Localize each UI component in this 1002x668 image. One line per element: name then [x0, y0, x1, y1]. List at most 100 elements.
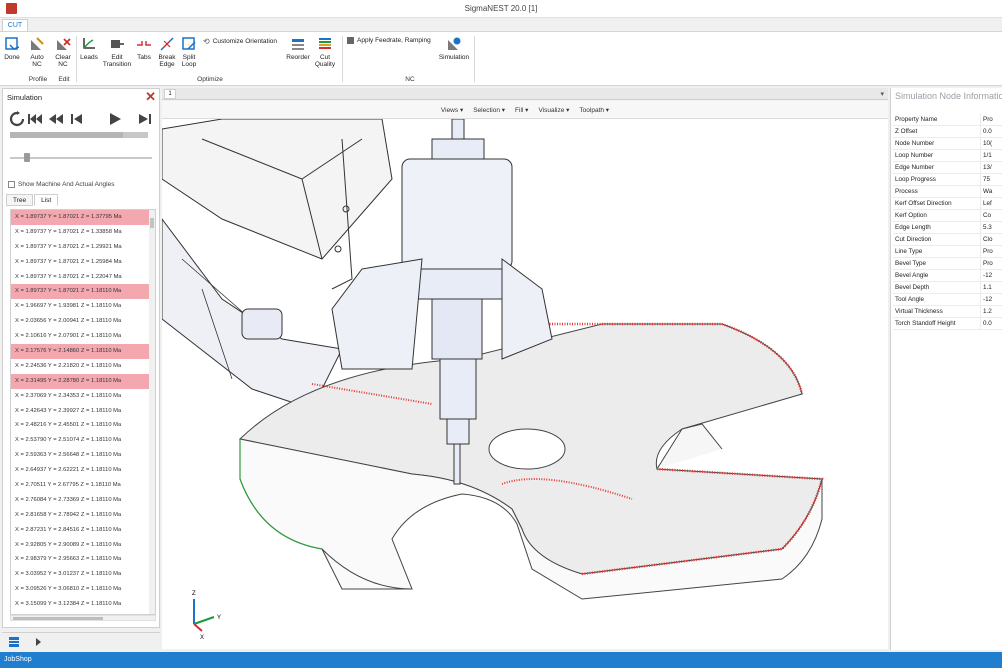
done-button[interactable]: Done	[3, 36, 21, 61]
property-row: Loop Progress 75	[893, 174, 1002, 186]
edit-transition-button[interactable]: Edit Transition	[101, 36, 133, 68]
list-item[interactable]: X = 2.48216 Y = 2.45501 Z = 1.18110 Ma	[11, 418, 155, 433]
list-item[interactable]: X = 3.03952 Y = 3.01237 Z = 1.18110 Ma	[11, 567, 155, 582]
property-row: Cut Direction Clo	[893, 234, 1002, 246]
property-value: 1.1	[983, 284, 992, 291]
property-name: Process	[893, 186, 981, 197]
list-item[interactable]: X = 3.15099 Y = 3.12384 Z = 1.18110 Ma	[11, 597, 155, 612]
property-row: Kerf Offset Direction Lef	[893, 198, 1002, 210]
tab-list[interactable]: List	[34, 194, 59, 206]
property-row: Bevel Depth 1.1	[893, 282, 1002, 294]
property-name: Bevel Angle	[893, 270, 981, 281]
speed-slider-track[interactable]	[10, 157, 152, 159]
menu-visualize[interactable]: Visualize ▾	[538, 106, 569, 114]
list-item[interactable]: X = 1.89737 Y = 1.87021 Z = 1.25984 Ma	[11, 255, 155, 270]
apply-feedrate-button[interactable]: Apply Feedrate, Ramping	[347, 37, 431, 44]
feedrate-icon	[347, 37, 354, 44]
list-item[interactable]: X = 2.81658 Y = 2.78942 Z = 1.18110 Ma	[11, 508, 155, 523]
leads-label: Leads	[80, 54, 98, 61]
property-name: Torch Standoff Height	[893, 318, 981, 329]
chevron-down-icon[interactable]: ▾	[880, 90, 884, 98]
list-item[interactable]: X = 3.09526 Y = 3.06810 Z = 1.18110 Ma	[11, 582, 155, 597]
property-row: Torch Standoff Height 0.0	[893, 318, 1002, 330]
menu-fill[interactable]: Fill ▾	[515, 106, 528, 114]
reorder-label: Reorder	[286, 54, 310, 61]
list-item[interactable]: X = 1.89737 Y = 1.87021 Z = 1.33858 Ma	[11, 225, 155, 240]
list-item[interactable]: X = 2.03656 Y = 2.00941 Z = 1.18110 Ma	[11, 314, 155, 329]
leads-button[interactable]: Leads	[78, 36, 100, 61]
property-value: 13/	[983, 164, 992, 171]
menu-toolpath[interactable]: Toolpath ▾	[579, 106, 609, 114]
view-tab-1[interactable]: 1	[164, 89, 176, 99]
3d-viewport[interactable]: Z Y X	[162, 119, 888, 649]
list-item[interactable]: X = 2.37069 Y = 2.34353 Z = 1.18110 Ma	[11, 389, 155, 404]
play-icon[interactable]	[107, 111, 123, 127]
scrollbar-thumb[interactable]	[13, 617, 103, 620]
replay-icon[interactable]	[9, 111, 25, 127]
properties-table: Property Name Pro Z Offset 0.0 Node Number…	[893, 114, 1002, 330]
break-edge-button[interactable]: Break Edge	[156, 36, 178, 68]
break-edge-label: Break Edge	[158, 54, 176, 68]
list-item[interactable]: X = 2.31495 Y = 2.28780 Z = 1.18110 Ma	[11, 373, 155, 389]
list-horizontal-scrollbar[interactable]	[10, 615, 156, 621]
property-value: Pro	[983, 248, 993, 255]
list-item[interactable]: X = 2.70511 Y = 2.67795 Z = 1.18110 Ma	[11, 478, 155, 493]
show-machine-angles-checkbox[interactable]: Show Machine And Actual Angles	[8, 181, 158, 188]
list-item[interactable]: X = 2.98379 Y = 2.95663 Z = 1.18110 Ma	[11, 552, 155, 567]
close-icon[interactable]: ✕	[145, 90, 156, 104]
expand-arrow-icon[interactable]	[32, 636, 44, 648]
tabs-button[interactable]: Tabs	[134, 36, 154, 61]
list-item[interactable]: X = 2.76084 Y = 2.73369 Z = 1.18110 Ma	[11, 493, 155, 508]
scrollbar-thumb[interactable]	[150, 218, 154, 228]
checkbox-label: Show Machine And Actual Angles	[18, 181, 115, 188]
step-back-icon[interactable]	[69, 111, 85, 127]
list-item[interactable]: X = 2.17576 Y = 2.14860 Z = 1.18110 Ma	[11, 344, 155, 359]
list-item[interactable]: X = 2.53790 Y = 2.51074 Z = 1.18110 Ma	[11, 433, 155, 448]
skip-to-start-icon[interactable]	[27, 111, 43, 127]
menu-selection[interactable]: Selection ▾	[473, 106, 505, 114]
simulation-button[interactable]: Simulation	[437, 36, 471, 61]
property-name: Bevel Depth	[893, 282, 981, 293]
reorder-icon	[292, 39, 304, 50]
split-loop-label: Split Loop	[181, 54, 197, 68]
list-item[interactable]: X = 1.96697 Y = 1.93981 Z = 1.18110 Ma	[11, 299, 155, 314]
group-label-profile: Profile	[28, 76, 48, 83]
property-value: 0.0	[983, 128, 992, 135]
axis-z-label: Z	[192, 591, 196, 597]
list-item[interactable]: X = 1.89737 Y = 1.87021 Z = 1.18110 Ma	[11, 284, 155, 300]
list-item[interactable]: X = 2.92805 Y = 2.90089 Z = 1.18110 Ma	[11, 538, 155, 553]
group-label-nc: NC	[405, 76, 415, 83]
reorder-button[interactable]: Reorder	[284, 36, 312, 61]
list-item[interactable]: X = 1.89737 Y = 1.87021 Z = 1.29921 Ma	[11, 240, 155, 255]
list-vertical-scrollbar[interactable]	[149, 210, 155, 614]
checkbox-box[interactable]	[8, 181, 15, 188]
split-loop-button[interactable]: Split Loop	[179, 36, 199, 68]
tab-tree[interactable]: Tree	[6, 194, 34, 206]
speed-slider-thumb[interactable]	[24, 153, 31, 162]
property-value: 0.0	[983, 320, 992, 327]
split-loop-icon	[182, 37, 196, 50]
property-name: Node Number	[893, 138, 981, 149]
list-item[interactable]: X = 2.42643 Y = 2.39927 Z = 1.18110 Ma	[11, 404, 155, 419]
list-item[interactable]: X = 2.59363 Y = 2.56648 Z = 1.18110 Ma	[11, 448, 155, 463]
skip-to-end-icon[interactable]	[137, 111, 153, 127]
property-value: 1.2	[983, 308, 992, 315]
property-value: 75	[983, 176, 991, 183]
cut-quality-label: Cut Quality	[314, 54, 336, 68]
list-item[interactable]: X = 1.89737 Y = 1.87021 Z = 1.37795 Ma	[11, 210, 155, 225]
clear-nc-button[interactable]: Clear NC	[52, 36, 74, 68]
auto-nc-button[interactable]: Auto NC	[26, 36, 48, 68]
menu-views[interactable]: Views ▾	[441, 106, 463, 114]
cut-quality-button[interactable]: Cut Quality	[313, 36, 337, 68]
customize-orientation-button[interactable]: ⟲ Customize Orientation	[203, 37, 277, 46]
layers-icon[interactable]	[8, 636, 20, 648]
orientation-icon: ⟲	[203, 37, 210, 46]
list-item[interactable]: X = 2.87231 Y = 2.84516 Z = 1.18110 Ma	[11, 523, 155, 538]
rewind-icon[interactable]	[47, 111, 65, 127]
list-item[interactable]: X = 1.89737 Y = 1.87021 Z = 1.22047 Ma	[11, 270, 155, 285]
list-item[interactable]: X = 2.24536 Y = 2.21820 Z = 1.18110 Ma	[11, 359, 155, 374]
group-label-optimize: Optimize	[197, 76, 223, 83]
property-name: Kerf Offset Direction	[893, 198, 981, 209]
list-item[interactable]: X = 2.10616 Y = 2.07901 Z = 1.18110 Ma	[11, 329, 155, 344]
list-item[interactable]: X = 2.64937 Y = 2.62221 Z = 1.18110 Ma	[11, 463, 155, 478]
